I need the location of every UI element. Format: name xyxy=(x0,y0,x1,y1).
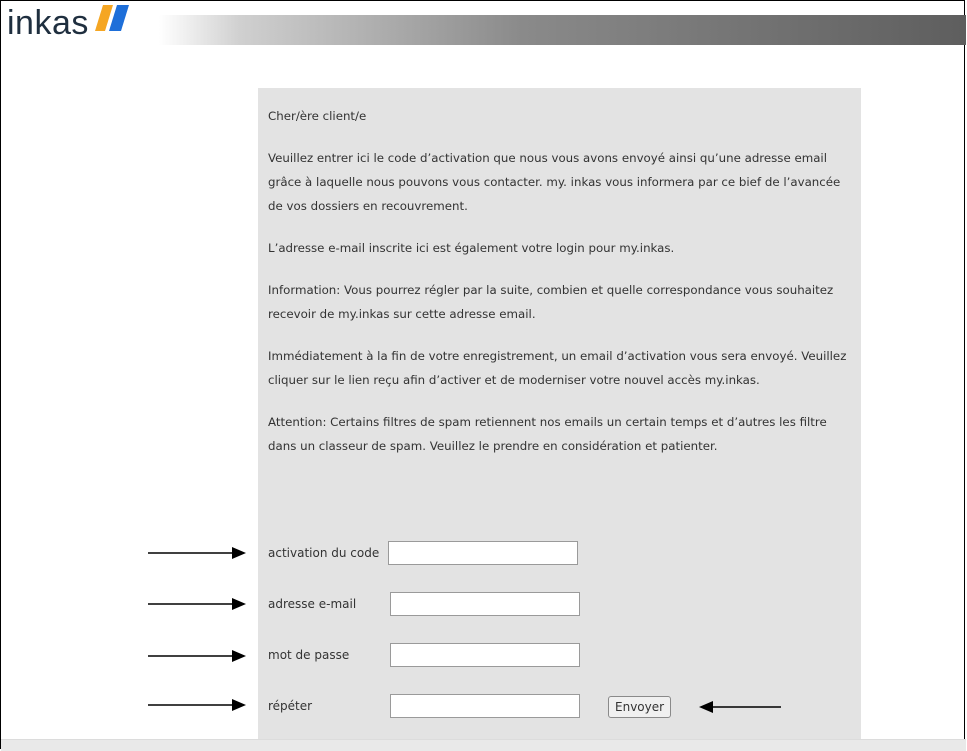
login-note: L’adresse e-mail inscrite ici est égalem… xyxy=(268,241,675,255)
information-note: Information: Vous pourrez régler par la … xyxy=(268,283,834,321)
repeat-password-input[interactable] xyxy=(390,694,580,718)
email-label: adresse e-mail xyxy=(268,597,357,611)
password-input[interactable] xyxy=(390,643,580,667)
arrow-right-icon xyxy=(148,598,246,610)
activation-instructions: Veuillez entrer ici le code d’activation… xyxy=(268,151,841,213)
password-label: mot de passe xyxy=(268,648,350,662)
inkas-logo[interactable]: inkas xyxy=(7,5,131,41)
repeat-label: répéter xyxy=(268,699,313,713)
instructions-text: Cher/ère client/e Veuillez entrer ici le… xyxy=(268,104,853,458)
logo-slashes-icon xyxy=(94,5,131,35)
arrow-right-icon xyxy=(148,699,246,711)
email-input[interactable] xyxy=(390,592,580,616)
activation-email-note: Immédiatement à la fin de votre enregist… xyxy=(268,349,847,387)
activation-code-input[interactable] xyxy=(388,541,578,565)
header-gradient-bar xyxy=(159,15,966,45)
arrow-right-icon xyxy=(148,547,246,559)
logo-text: inkas xyxy=(7,4,89,42)
activation-label: activation du code xyxy=(268,546,380,560)
email-row: adresse e-mail xyxy=(268,592,580,616)
greeting: Cher/ère client/e xyxy=(268,109,367,123)
activation-row: activation du code xyxy=(268,541,578,565)
spam-attention-note: Attention: Certains filtres de spam reti… xyxy=(268,415,827,453)
page-frame: inkas Cher/ère client/e Veuillez entrer … xyxy=(0,0,966,751)
repeat-row: répéter xyxy=(268,694,580,718)
registration-panel: Cher/ère client/e Veuillez entrer ici le… xyxy=(258,88,861,750)
header: inkas xyxy=(1,1,966,45)
arrow-left-icon xyxy=(699,701,781,713)
send-button[interactable]: Envoyer xyxy=(608,696,672,718)
password-row: mot de passe xyxy=(268,643,580,667)
footer-strip xyxy=(1,739,966,751)
arrow-right-icon xyxy=(148,650,246,662)
